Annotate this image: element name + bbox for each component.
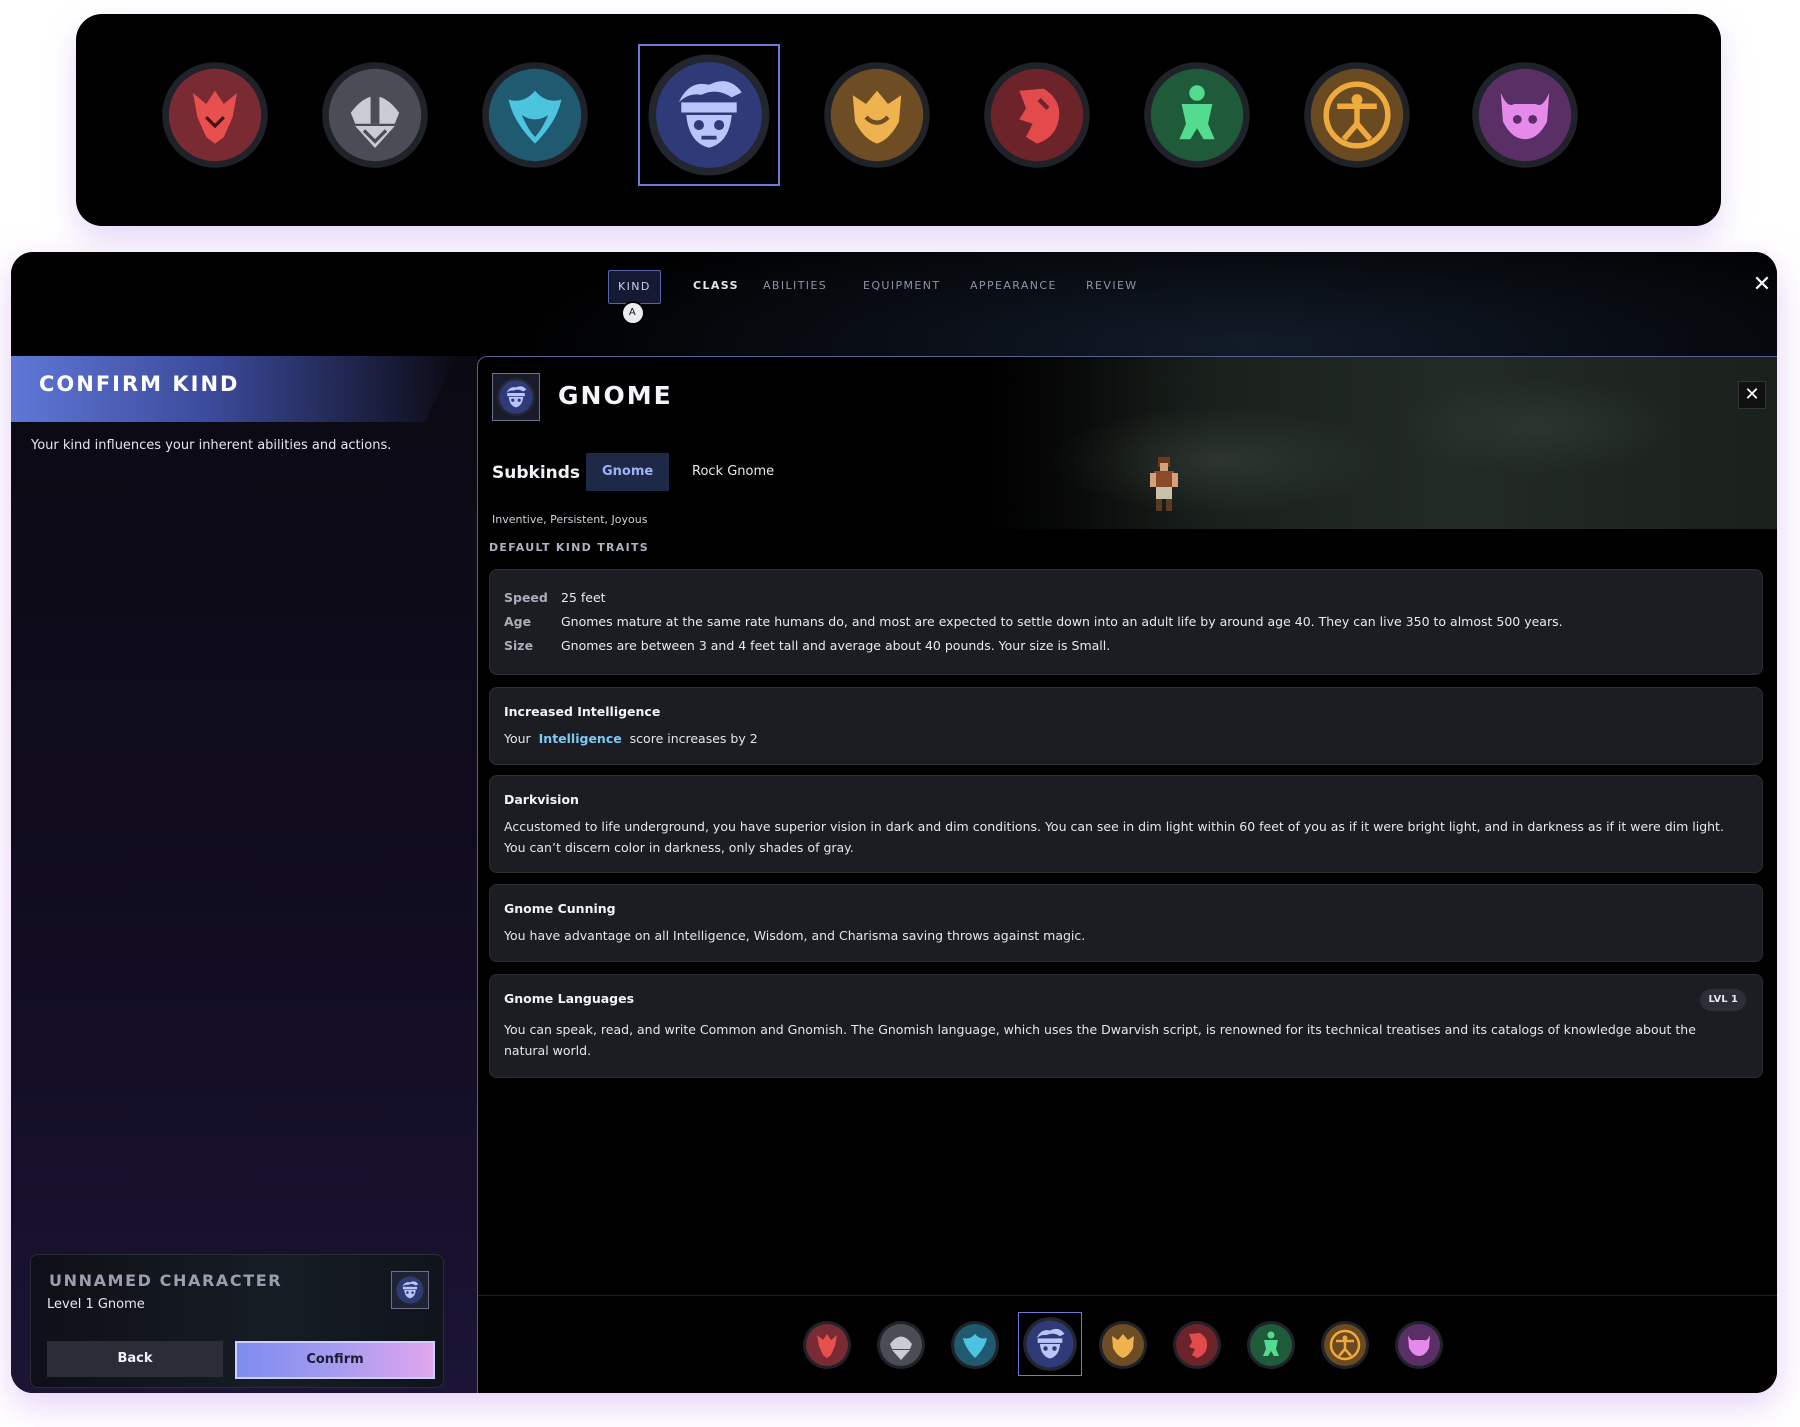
tiefling-horns-icon [1395,1321,1443,1369]
intelligence-link[interactable]: Intelligence [539,731,622,746]
tab-kind[interactable]: Kind a [608,270,661,325]
halfling-shield-icon [824,62,930,168]
human-vitruvian-icon [1304,62,1410,168]
trait-card-gnome-languages: Gnome Languages LVL 1 You can speak, rea… [489,974,1763,1078]
kind-detail-panel: GNOME ✕ Subkinds Gnome Rock Gnome Invent… [477,356,1777,1393]
trait-title: Gnome Languages [504,991,635,1006]
halfling-shield-icon [1099,1321,1147,1369]
left-column-background [11,356,477,1393]
character-creator-panel: Kind a Class Abilities Equipment Appeara… [11,252,1777,1393]
kind-option-human[interactable] [1320,1320,1370,1370]
tab-review[interactable]: Review [1086,270,1138,302]
trait-title: Increased Intelligence [504,704,661,719]
kind-option-dragonborn[interactable] [160,60,270,170]
kind-option-elf[interactable] [950,1320,1000,1370]
kind-option-half-orc[interactable] [1172,1320,1222,1370]
kind-option-gnome[interactable] [638,44,780,186]
tiefling-figure-icon [1144,62,1250,168]
trait-text-suffix: score increases by 2 [629,731,758,746]
trait-card-darkvision: Darkvision Accustomed to life undergroun… [489,775,1763,873]
kind-option-dwarf[interactable] [320,60,430,170]
trait-text: Accustomed to life underground, you have… [504,819,1724,855]
stat-value: 25 feet [561,590,606,605]
elf-leaf-icon [951,1321,999,1369]
kind-option-dwarf[interactable] [876,1320,926,1370]
kind-option-halfling[interactable] [822,60,932,170]
half-orc-profile-icon [1173,1321,1221,1369]
trait-text-prefix: Your [504,731,531,746]
elf-leaf-icon [482,62,588,168]
default-traits-heading: DEFAULT KIND TRAITS [489,541,650,554]
kind-option-tiefling-figure[interactable] [1142,60,1252,170]
kind-option-gnome[interactable] [1018,1312,1082,1376]
character-name: UNNAMED CHARACTER [49,1271,283,1290]
kind-icon [492,373,540,421]
character-kind-icon [391,1271,429,1309]
back-button[interactable]: Back [47,1341,223,1377]
dragon-icon [162,62,268,168]
hero-fade [778,357,1158,529]
tab-class[interactable]: Class [693,270,739,302]
tiefling-figure-icon [1247,1321,1295,1369]
tab-equipment[interactable]: Equipment [863,270,941,302]
dwarf-helm-icon [877,1321,925,1369]
kind-option-tiefling-figure[interactable] [1246,1320,1296,1370]
tab-appearance[interactable]: Appearance [970,270,1057,302]
character-summary-card: UNNAMED CHARACTER Level 1 Gnome Back Con… [30,1254,444,1388]
dwarf-helm-icon [322,62,428,168]
kind-personality-traits: Inventive, Persistent, Joyous [492,513,648,526]
stats-card: Speed 25 feet Age Gnomes mature at the s… [489,569,1763,675]
stat-key: Size [504,638,534,653]
trait-text: You have advantage on all Intelligence, … [504,928,1086,943]
gnome-sprite-image [1150,457,1178,511]
kind-selector-bar [478,1295,1777,1393]
gnome-face-icon [1023,1317,1077,1371]
trait-card-intelligence: Increased Intelligence Your Intelligence… [489,687,1763,765]
kind-option-half-orc[interactable] [982,60,1092,170]
character-level: Level 1 Gnome [47,1297,145,1312]
gnome-face-icon [394,1274,426,1306]
trait-title: Gnome Cunning [504,901,616,916]
tab-abilities[interactable]: Abilities [763,270,827,302]
stat-key: Age [504,614,532,629]
level-badge: LVL 1 [1700,989,1746,1011]
confirm-button[interactable]: Confirm [235,1341,435,1379]
kind-title: GNOME [558,381,673,410]
kind-option-dragonborn[interactable] [802,1320,852,1370]
confirm-kind-description: Your kind influences your inherent abili… [31,438,392,453]
human-vitruvian-icon [1321,1321,1369,1369]
trait-text: Your Intelligence score increases by 2 [504,728,1744,749]
subkind-rock-gnome[interactable]: Rock Gnome [676,453,790,491]
subkind-gnome[interactable]: Gnome [586,453,670,491]
kind-option-human[interactable] [1302,60,1412,170]
stat-value: Gnomes mature at the same rate humans do… [561,614,1563,629]
trait-card-gnome-cunning: Gnome Cunning You have advantage on all … [489,884,1763,962]
gnome-face-icon [648,54,770,176]
stat-value: Gnomes are between 3 and 4 feet tall and… [561,638,1111,653]
stat-key: Speed [504,590,548,605]
tab-kind-badge: a [621,301,645,325]
trait-text: You can speak, read, and write Common an… [504,1022,1696,1058]
dragon-icon [803,1321,851,1369]
tab-kind-label: Kind [618,280,651,293]
trait-title: Darkvision [504,792,579,807]
close-icon[interactable]: ✕ [1738,381,1766,409]
kind-option-tiefling[interactable] [1394,1320,1444,1370]
subkinds-label: Subkinds [492,463,581,483]
kind-option-halfling[interactable] [1098,1320,1148,1370]
kind-option-elf[interactable] [480,60,590,170]
tiefling-horns-icon [1472,62,1578,168]
gnome-face-icon [496,377,536,417]
half-orc-profile-icon [984,62,1090,168]
kind-selector-banner [76,14,1721,226]
kind-option-tiefling[interactable] [1470,60,1580,170]
close-icon[interactable]: ✕ [1749,272,1775,298]
page-title: CONFIRM KIND [39,372,240,396]
